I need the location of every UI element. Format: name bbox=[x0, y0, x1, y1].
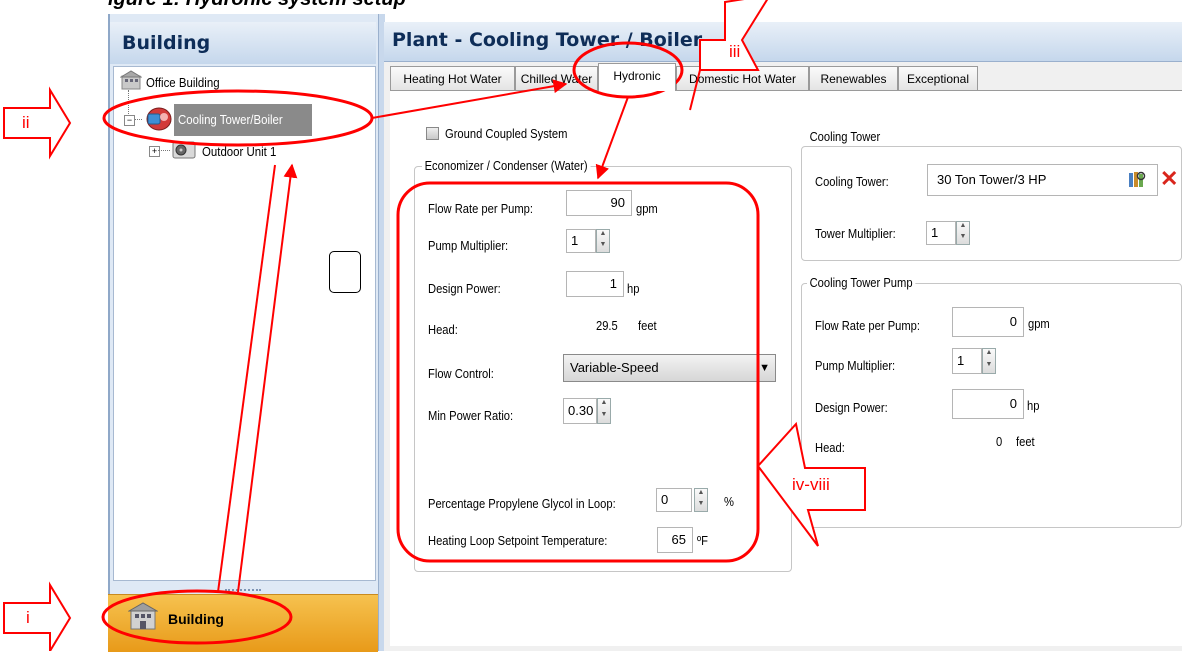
building-panel-header: Building bbox=[110, 22, 376, 64]
ct-pump-design-power-input[interactable]: 0 bbox=[952, 389, 1024, 419]
library-icon[interactable] bbox=[1128, 170, 1146, 188]
economizer-group-title: Economizer / Condenser (Water) bbox=[422, 158, 591, 173]
ct-pump-design-power-label: Design Power: bbox=[815, 400, 888, 415]
setpoint-unit: ºF bbox=[697, 533, 708, 548]
ct-pump-head-label: Head: bbox=[815, 440, 845, 455]
setpoint-label: Heating Loop Setpoint Temperature: bbox=[428, 533, 608, 548]
cooling-tower-input[interactable]: 30 Ton Tower/3 HP bbox=[927, 164, 1158, 196]
glycol-label: Percentage Propylene Glycol in Loop: bbox=[428, 496, 616, 511]
building-icon bbox=[119, 70, 143, 90]
ct-pump-flow-rate-unit: gpm bbox=[1028, 316, 1050, 331]
cooling-tower-group-title: Cooling Tower bbox=[807, 129, 883, 144]
tower-multiplier-label: Tower Multiplier: bbox=[815, 226, 896, 241]
pump-multiplier-spinner[interactable]: ▲ ▼ bbox=[596, 229, 610, 253]
grip bbox=[225, 589, 261, 595]
min-power-ratio-label: Min Power Ratio: bbox=[428, 408, 514, 423]
flow-rate-label: Flow Rate per Pump: bbox=[428, 201, 534, 216]
flow-control-select[interactable]: Variable-Speed ▼ bbox=[563, 354, 776, 382]
min-power-ratio-input[interactable]: 0.30 bbox=[563, 398, 597, 424]
head-value: 29.5 bbox=[596, 318, 618, 333]
annotation-label-i: i bbox=[26, 608, 30, 627]
head-label: Head: bbox=[428, 322, 458, 337]
ground-coupled-checkbox[interactable] bbox=[426, 127, 439, 140]
cooling-tower-pump-group-title: Cooling Tower Pump bbox=[807, 275, 916, 290]
annotation-label-iii: iii bbox=[729, 42, 741, 61]
tower-multiplier-spinner[interactable]: ▲ ▼ bbox=[956, 221, 970, 245]
outdoor-unit-icon bbox=[172, 140, 196, 160]
tree-item-office-building[interactable]: Office Building bbox=[146, 75, 220, 90]
tree-connector bbox=[158, 150, 170, 152]
ct-pump-flow-rate-input[interactable]: 0 bbox=[952, 307, 1024, 337]
pump-multiplier-input[interactable]: 1 bbox=[566, 229, 596, 253]
setpoint-input[interactable]: 65 bbox=[657, 527, 693, 553]
min-power-ratio-spinner[interactable]: ▲ ▼ bbox=[597, 398, 611, 424]
ct-pump-multiplier-spinner[interactable]: ▲ ▼ bbox=[982, 348, 996, 374]
chevron-down-icon: ▼ bbox=[759, 362, 770, 374]
cooling-tower-icon bbox=[144, 104, 174, 134]
cooling-tower-label: Cooling Tower: bbox=[815, 174, 889, 189]
tab-exceptional[interactable]: Exceptional bbox=[898, 66, 978, 90]
tab-hydronic[interactable]: Hydronic bbox=[598, 63, 676, 91]
building-icon bbox=[127, 601, 159, 631]
ct-pump-multiplier-label: Pump Multiplier: bbox=[815, 358, 896, 373]
close-icon[interactable]: ✕ bbox=[1160, 168, 1180, 190]
design-power-input[interactable]: 1 bbox=[566, 271, 624, 297]
empty-box bbox=[329, 251, 361, 293]
tree-expander[interactable]: − bbox=[124, 115, 135, 126]
ct-pump-head-value: 0 bbox=[996, 434, 1003, 449]
plant-panel-header: Plant - Cooling Tower / Boiler bbox=[384, 22, 1182, 62]
tab-renewables[interactable]: Renewables bbox=[809, 66, 898, 90]
tab-domestic-hot-water[interactable]: Domestic Hot Water bbox=[676, 66, 809, 90]
tab-strip: Heating Hot Water Chilled Water Hydronic… bbox=[390, 63, 990, 92]
tree-item-cooling-tower-boiler[interactable]: Cooling Tower/Boiler bbox=[178, 112, 283, 127]
flow-control-label: Flow Control: bbox=[428, 366, 494, 381]
ground-coupled-label: Ground Coupled System bbox=[445, 126, 568, 141]
annotation-label-iv-viii: iv-viii bbox=[792, 475, 830, 494]
tab-heating-hot-water[interactable]: Heating Hot Water bbox=[390, 66, 515, 90]
tab-chilled-water[interactable]: Chilled Water bbox=[515, 66, 598, 90]
pump-multiplier-label: Pump Multiplier: bbox=[428, 238, 509, 253]
tree-item-outdoor-unit-1[interactable]: Outdoor Unit 1 bbox=[202, 144, 276, 159]
glycol-input[interactable]: 0 bbox=[656, 488, 692, 512]
ct-pump-flow-rate-label: Flow Rate per Pump: bbox=[815, 318, 921, 333]
ct-pump-head-unit: feet bbox=[1016, 434, 1035, 449]
head-unit: feet bbox=[638, 318, 657, 333]
figure-caption: igure 1: Hydronic system setup bbox=[108, 0, 406, 11]
ct-pump-multiplier-input[interactable]: 1 bbox=[952, 348, 982, 374]
ct-pump-design-power-unit: hp bbox=[1027, 398, 1040, 413]
flow-rate-input[interactable]: 90 bbox=[566, 190, 632, 216]
glycol-unit: % bbox=[724, 494, 734, 509]
building-nav-label: Building bbox=[168, 611, 224, 627]
design-power-label: Design Power: bbox=[428, 281, 501, 296]
flow-rate-unit: gpm bbox=[636, 201, 658, 216]
flow-control-value: Variable-Speed bbox=[570, 360, 659, 375]
design-power-unit: hp bbox=[627, 281, 640, 296]
glycol-spinner[interactable]: ▲ ▼ bbox=[694, 488, 708, 512]
cooling-tower-value: 30 Ton Tower/3 HP bbox=[937, 172, 1047, 187]
annotation-label-ii: ii bbox=[22, 113, 30, 132]
tower-multiplier-input[interactable]: 1 bbox=[926, 221, 956, 245]
